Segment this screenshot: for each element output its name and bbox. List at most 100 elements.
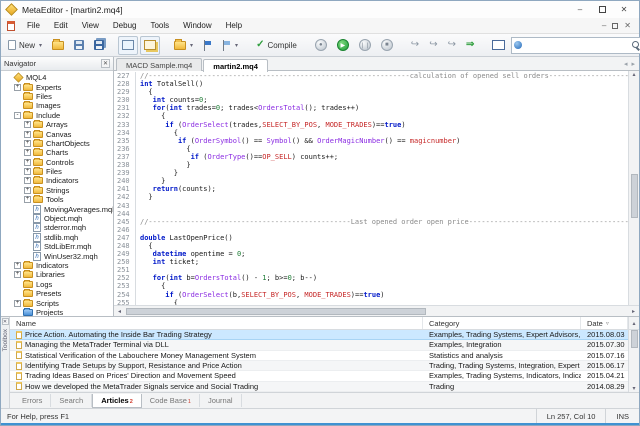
article-row[interactable]: Price Action. Automating the Inside Bar … <box>10 330 628 340</box>
table-scroll-down-icon[interactable]: ▾ <box>632 385 635 392</box>
editor-tab-macd-sample-mq4[interactable]: MACD Sample.mq4 <box>116 58 202 71</box>
column-header-date[interactable]: Date▿ <box>581 317 628 329</box>
tree-item-stderror-mqh[interactable]: hstderror.mqh <box>1 223 113 232</box>
tree-item-indicators[interactable]: +Indicators <box>1 261 113 270</box>
expander-icon[interactable]: + <box>24 177 31 184</box>
article-row[interactable]: How we developed the MetaTrader Signals … <box>10 382 628 392</box>
tree-item-canvas[interactable]: +Canvas <box>1 129 113 138</box>
tree-item-arrays[interactable]: +Arrays <box>1 120 113 129</box>
tree-item-scripts[interactable]: +Scripts <box>1 298 113 307</box>
tree-item-libraries[interactable]: +Libraries <box>1 270 113 279</box>
scroll-thumb[interactable] <box>631 330 638 348</box>
debug-restart-button[interactable]: ● <box>311 36 331 55</box>
article-row[interactable]: Managing the MetaTrader Terminal via DLL… <box>10 340 628 350</box>
tree-item-images[interactable]: Images <box>1 101 113 110</box>
tree-item-controls[interactable]: +Controls <box>1 158 113 167</box>
tree-item-charts[interactable]: +Charts <box>1 148 113 157</box>
editor-horizontal-scrollbar[interactable]: ◂ ▸ <box>114 305 639 316</box>
scroll-left-icon[interactable]: ◂ <box>116 308 123 315</box>
toolbox-tab-journal[interactable]: Journal <box>200 394 242 407</box>
tree-item-logs[interactable]: Logs <box>1 280 113 289</box>
tab-scroll-left-icon[interactable]: ◂ <box>624 60 628 68</box>
toolbox-close-icon[interactable]: ✕ <box>2 318 9 325</box>
search-input[interactable] <box>522 39 632 52</box>
minimize-button[interactable]: – <box>569 3 591 17</box>
menu-file[interactable]: File <box>20 19 47 32</box>
cascade-windows-button[interactable] <box>140 36 160 55</box>
menu-debug[interactable]: Debug <box>106 19 144 32</box>
article-row[interactable]: Statistical Verification of the Labouche… <box>10 351 628 361</box>
table-vertical-scrollbar[interactable]: ▾ <box>628 330 639 392</box>
scroll-thumb[interactable] <box>126 308 426 315</box>
tree-item-tools[interactable]: +Tools <box>1 195 113 204</box>
maximize-button[interactable] <box>591 3 613 17</box>
editor-vertical-scrollbar[interactable]: ▴ <box>628 71 639 305</box>
tab-scroll-right-icon[interactable]: ▸ <box>631 60 635 68</box>
toolbox-tab-search[interactable]: Search <box>51 394 92 407</box>
tree-item-chartobjects[interactable]: +ChartObjects <box>1 139 113 148</box>
new-file-button[interactable]: New ▾ <box>4 36 46 55</box>
tree-item-mql4[interactable]: MQL4 <box>1 73 113 82</box>
save-button[interactable] <box>70 36 88 55</box>
close-button[interactable]: ✕ <box>613 3 635 17</box>
tree-item-movingaverages-mqh[interactable]: hMovingAverages.mqh <box>1 204 113 213</box>
scroll-right-icon[interactable]: ▸ <box>630 308 637 315</box>
navigator-close-icon[interactable]: ✕ <box>101 59 110 68</box>
tree-item-include[interactable]: -Include <box>1 111 113 120</box>
stop-debug-button[interactable]: ■ <box>377 36 397 55</box>
toolbox-tab-errors[interactable]: Errors <box>14 394 51 407</box>
mdi-restore-button[interactable] <box>612 23 618 29</box>
expander-icon[interactable]: + <box>14 84 21 91</box>
compile-button[interactable]: ✓ Compile <box>252 36 301 55</box>
article-row[interactable]: Trading Ideas Based on Prices' Direction… <box>10 371 628 381</box>
tree-item-files[interactable]: +Files <box>1 167 113 176</box>
expander-icon[interactable]: + <box>14 262 21 269</box>
tree-item-strings[interactable]: +Strings <box>1 186 113 195</box>
tree-item-indicators[interactable]: +Indicators <box>1 176 113 185</box>
search-icon[interactable] <box>632 41 640 50</box>
expander-icon[interactable]: + <box>24 131 31 138</box>
next-bookmark-button[interactable]: ▾ <box>218 36 242 55</box>
menu-view[interactable]: View <box>75 19 106 32</box>
tile-windows-button[interactable] <box>118 36 138 55</box>
expander-icon[interactable]: + <box>24 196 31 203</box>
tree-item-stdliberr-mqh[interactable]: hStdLibErr.mqh <box>1 242 113 251</box>
continue-button[interactable]: ⇒ <box>462 36 478 55</box>
step-into-button[interactable]: ↪ <box>407 36 423 55</box>
table-scroll-up-icon[interactable]: ▴ <box>628 317 639 329</box>
expander-icon[interactable]: + <box>24 187 31 194</box>
tree-item-projects[interactable]: Projects <box>1 308 113 316</box>
tree-item-stdlib-mqh[interactable]: hstdlib.mqh <box>1 233 113 242</box>
tree-item-presets[interactable]: Presets <box>1 289 113 298</box>
menu-tools[interactable]: Tools <box>143 19 176 32</box>
menu-edit[interactable]: Edit <box>47 19 75 32</box>
toggle-bookmark-button[interactable] <box>199 36 216 55</box>
step-over-button[interactable]: ↪ <box>425 36 441 55</box>
menu-help[interactable]: Help <box>219 19 249 32</box>
expander-icon[interactable]: + <box>14 271 21 278</box>
expander-icon[interactable]: + <box>14 300 21 307</box>
expander-icon[interactable]: + <box>24 159 31 166</box>
expander-icon[interactable]: + <box>24 140 31 147</box>
open-terminal-button[interactable] <box>488 36 509 55</box>
column-header-name[interactable]: Name <box>10 317 423 329</box>
menu-window[interactable]: Window <box>176 19 218 32</box>
mdi-minimize-button[interactable]: – <box>602 21 606 30</box>
code-editor[interactable]: 227//-----------------------------------… <box>114 71 628 305</box>
open-file-button[interactable] <box>48 36 68 55</box>
start-debug-button[interactable]: ▶ <box>333 36 353 55</box>
tree-item-files[interactable]: Files <box>1 92 113 101</box>
expander-icon[interactable]: + <box>24 168 31 175</box>
toolbox-tab-code-base[interactable]: Code Base1 <box>142 394 200 407</box>
save-all-button[interactable] <box>90 36 108 55</box>
column-header-category[interactable]: Category <box>423 317 581 329</box>
toolbox-tab-articles[interactable]: Articles2 <box>92 394 142 408</box>
tree-item-winuser32-mqh[interactable]: hWinUser32.mqh <box>1 251 113 260</box>
editor-tab-martin2-mq4[interactable]: martin2.mq4 <box>203 59 268 72</box>
scroll-up-icon[interactable]: ▴ <box>632 71 635 78</box>
scroll-thumb[interactable] <box>631 174 638 218</box>
tree-item-experts[interactable]: +Experts <box>1 82 113 91</box>
expander-icon[interactable]: + <box>24 121 31 128</box>
tree-item-object-mqh[interactable]: hObject.mqh <box>1 214 113 223</box>
snippets-dropdown-button[interactable]: ▾ <box>170 36 197 55</box>
